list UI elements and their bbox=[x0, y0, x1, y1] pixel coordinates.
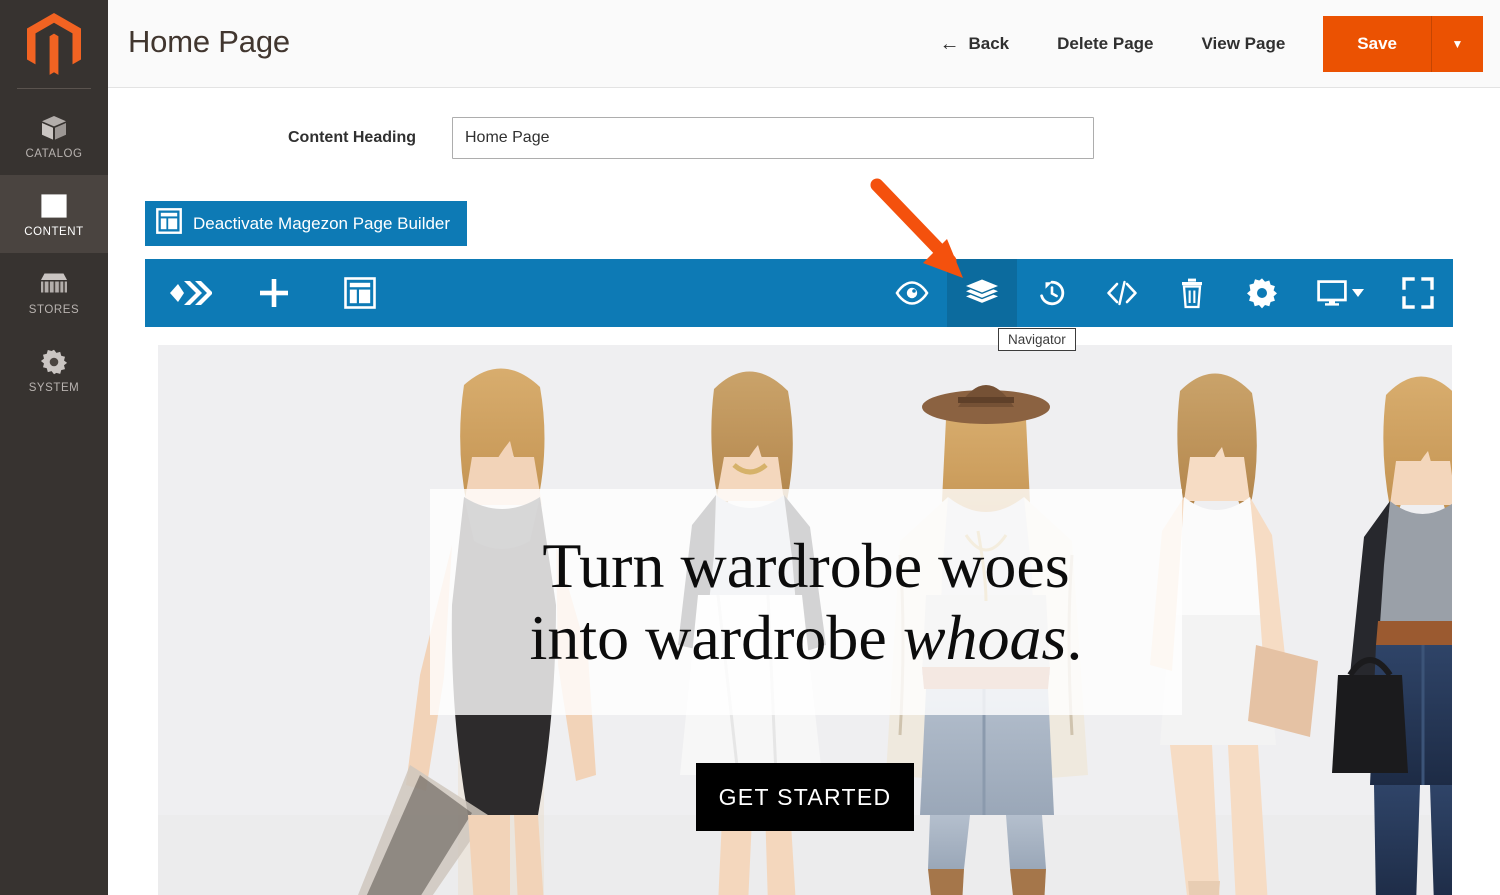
sidebar-item-label: STORES bbox=[28, 304, 80, 316]
gear-icon bbox=[40, 346, 68, 378]
deactivate-page-builder-button[interactable]: Deactivate Magezon Page Builder bbox=[145, 201, 468, 246]
content-heading-row: Content Heading bbox=[280, 117, 1500, 159]
code-icon[interactable] bbox=[1087, 259, 1157, 327]
back-button-label: Back bbox=[968, 34, 1010, 53]
get-started-button[interactable]: GET STARTED bbox=[696, 763, 914, 831]
view-page-button[interactable]: View Page bbox=[1178, 16, 1310, 72]
sidebar-item-system[interactable]: SYSTEM bbox=[0, 331, 108, 409]
page-builder-toolbar: Navigator bbox=[145, 259, 1453, 351]
sidebar-divider bbox=[17, 88, 91, 89]
admin-sidebar: CATALOG CONTENT STORES SYSTEM bbox=[0, 0, 108, 895]
page-builder-section: Deactivate Magezon Page Builder Navigato… bbox=[145, 201, 1500, 895]
navigator-tooltip: Navigator bbox=[998, 328, 1076, 351]
header-actions: ← Back Delete Page View Page Save ▼ bbox=[915, 16, 1483, 72]
sidebar-item-stores[interactable]: STORES bbox=[0, 253, 108, 331]
sidebar-item-label: CATALOG bbox=[25, 148, 83, 160]
view-page-label: View Page bbox=[1201, 34, 1286, 53]
headline-period: . bbox=[1066, 602, 1083, 673]
templates-icon[interactable] bbox=[317, 259, 403, 327]
toolbar-left-group bbox=[145, 259, 403, 327]
chevron-down-icon bbox=[1351, 286, 1364, 301]
responsive-monitor-icon[interactable] bbox=[1297, 259, 1383, 327]
fullscreen-icon[interactable] bbox=[1383, 259, 1453, 327]
sidebar-item-label: CONTENT bbox=[24, 226, 84, 238]
banner-text-overlay: Turn wardrobe woes into wardrobe whoas. bbox=[430, 489, 1182, 715]
banner-headline-line1: Turn wardrobe woes bbox=[542, 529, 1070, 601]
history-icon[interactable] bbox=[1017, 259, 1087, 327]
banner-preview[interactable]: Turn wardrobe woes into wardrobe whoas. … bbox=[158, 345, 1452, 895]
admin-page: CATALOG CONTENT STORES SYSTEM Home Page … bbox=[0, 0, 1500, 895]
trash-icon[interactable] bbox=[1157, 259, 1227, 327]
magezon-logo-icon[interactable] bbox=[145, 259, 231, 327]
back-arrow-icon: ← bbox=[939, 33, 960, 55]
box-icon bbox=[40, 112, 68, 144]
banner-headline-line2: into wardrobe whoas. bbox=[530, 602, 1083, 674]
toolbar-right-group bbox=[877, 259, 1453, 327]
save-button-group: Save ▼ bbox=[1323, 16, 1483, 72]
sidebar-item-label: SYSTEM bbox=[28, 382, 80, 394]
preview-icon[interactable] bbox=[877, 259, 947, 327]
storefront-icon bbox=[39, 268, 69, 300]
add-element-icon[interactable] bbox=[231, 259, 317, 327]
page-header: Home Page ← Back Delete Page View Page S… bbox=[108, 0, 1500, 88]
save-button[interactable]: Save bbox=[1323, 16, 1431, 72]
layout-icon bbox=[156, 208, 182, 239]
headline-plain: into wardrobe bbox=[529, 602, 903, 673]
navigator-layers-icon[interactable] bbox=[947, 259, 1017, 327]
layout-icon bbox=[40, 190, 68, 222]
delete-page-label: Delete Page bbox=[1057, 34, 1154, 53]
deactivate-page-builder-label: Deactivate Magezon Page Builder bbox=[193, 213, 451, 233]
content-heading-input[interactable] bbox=[452, 117, 1094, 159]
settings-gear-icon[interactable] bbox=[1227, 259, 1297, 327]
sidebar-item-catalog[interactable]: CATALOG bbox=[0, 97, 108, 175]
headline-italic: whoas bbox=[902, 602, 1067, 673]
delete-page-button[interactable]: Delete Page bbox=[1033, 16, 1177, 72]
banner-headline: Turn wardrobe woes into wardrobe whoas. bbox=[530, 530, 1083, 675]
save-dropdown-caret-icon[interactable]: ▼ bbox=[1431, 16, 1483, 72]
content-heading-label: Content Heading bbox=[288, 129, 416, 146]
magento-logo[interactable] bbox=[0, 0, 108, 88]
page-title: Home Page bbox=[128, 24, 290, 59]
back-button[interactable]: ← Back bbox=[915, 16, 1033, 72]
main-content: Content Heading Deactivate Magezon Page … bbox=[108, 89, 1500, 895]
sidebar-item-content[interactable]: CONTENT bbox=[0, 175, 108, 253]
